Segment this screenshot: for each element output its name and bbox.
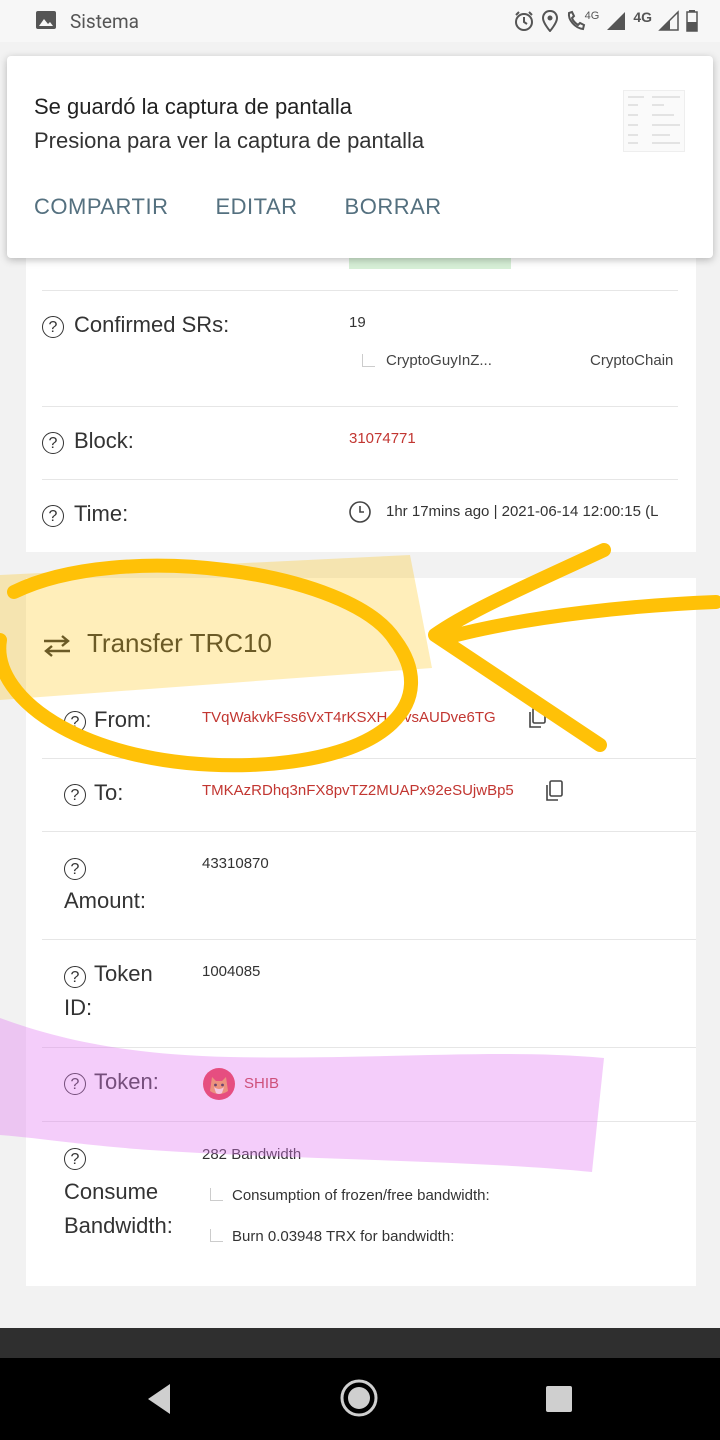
edit-button[interactable]: EDITAR — [215, 194, 297, 220]
question-icon[interactable]: ? — [64, 711, 86, 733]
confirmed-srs-count: 19 — [349, 314, 366, 331]
question-icon[interactable]: ? — [64, 1073, 86, 1095]
sr-name[interactable]: CryptoChain — [590, 352, 673, 369]
network-label-2: 4G — [633, 9, 652, 25]
delete-button[interactable]: BORRAR — [345, 194, 442, 220]
bandwidth-frozen-line: Consumption of frozen/free bandwidth: — [232, 1187, 490, 1204]
bandwidth-value: 282 Bandwidth — [202, 1146, 302, 1163]
time-label: Time: — [74, 501, 129, 526]
transfer-title: Transfer TRC10 — [87, 628, 272, 658]
to-address-link[interactable]: TMKAzRDhq3nFX8pvTZ2MUAPx92eSUjwBp5 — [202, 782, 514, 799]
alarm-icon — [514, 11, 533, 31]
share-button[interactable]: COMPARTIR — [34, 194, 168, 220]
network-label-1: 4G — [584, 10, 600, 22]
transfer-icon — [44, 635, 70, 657]
sr-name[interactable]: CryptoGuyInZ... — [386, 352, 492, 369]
token-id-label: Token — [94, 961, 153, 986]
tree-corner-icon — [362, 354, 375, 367]
navigation-bar — [0, 1358, 720, 1440]
location-icon — [541, 10, 558, 32]
token-id-label-cont: ID: — [64, 995, 93, 1020]
from-address-link[interactable]: TVqWakvkFss6VxT4rKSXH vsAUDve6TG — [202, 709, 496, 726]
token-id-value: 1004085 — [202, 963, 261, 980]
screenshot-notification[interactable]: Se guardó la captura de pantalla Presion… — [7, 56, 713, 258]
copy-icon[interactable] — [544, 780, 564, 802]
notification-title: Se guardó la captura de pantalla — [34, 94, 353, 119]
copy-icon[interactable] — [527, 707, 547, 729]
recents-icon[interactable] — [545, 1385, 573, 1413]
from-label: From: — [94, 707, 152, 732]
signal-icon — [607, 12, 626, 30]
token-label: Token: — [94, 1069, 159, 1094]
question-icon[interactable]: ? — [64, 1148, 86, 1170]
clock-icon — [349, 501, 371, 523]
question-icon[interactable]: ? — [42, 505, 64, 527]
wifi-call-icon — [567, 10, 585, 31]
block-number-link[interactable]: 31074771 — [349, 430, 416, 447]
to-label: To: — [94, 780, 124, 805]
question-icon[interactable]: ? — [42, 432, 64, 454]
question-icon[interactable]: ? — [42, 316, 64, 338]
time-value: 1hr 17mins ago | 2021-06-14 12:00:15 (L — [386, 503, 659, 520]
signal-icon — [658, 10, 679, 31]
status-bar: Sistema 4G 4G — [0, 0, 720, 42]
consume-bandwidth-label: Consume — [64, 1179, 159, 1204]
tree-corner-icon — [210, 1229, 223, 1242]
back-icon[interactable] — [144, 1382, 174, 1416]
block-info-panel: ? Confirmed SRs: 19 CryptoGuyInZ... Cryp… — [26, 240, 696, 552]
question-icon[interactable]: ? — [64, 966, 86, 988]
block-label: Block: — [74, 428, 134, 453]
transfer-panel: Transfer TRC10 ? From: TVqWakvkFss6VxT4r… — [26, 578, 696, 1286]
battery-icon — [686, 10, 698, 32]
confirmed-srs-label: Confirmed SRs: — [74, 312, 230, 337]
notification-subtitle: Presiona para ver la captura de pantalla — [34, 128, 425, 153]
home-icon[interactable] — [339, 1378, 379, 1418]
screenshot-thumbnail[interactable] — [623, 90, 685, 152]
amount-value: 43310870 — [202, 855, 269, 872]
token-link[interactable]: SHIB — [244, 1075, 279, 1092]
bottom-footer — [0, 1328, 720, 1358]
shib-token-icon — [203, 1068, 235, 1100]
question-icon[interactable]: ? — [64, 858, 86, 880]
status-app-name: Sistema — [70, 10, 139, 33]
gallery-icon — [36, 11, 56, 29]
consume-bandwidth-label-cont: Bandwidth: — [64, 1213, 173, 1238]
tree-corner-icon — [210, 1188, 223, 1201]
amount-label: Amount: — [64, 888, 146, 913]
bandwidth-burn-line: Burn 0.03948 TRX for bandwidth: — [232, 1228, 455, 1245]
question-icon[interactable]: ? — [64, 784, 86, 806]
